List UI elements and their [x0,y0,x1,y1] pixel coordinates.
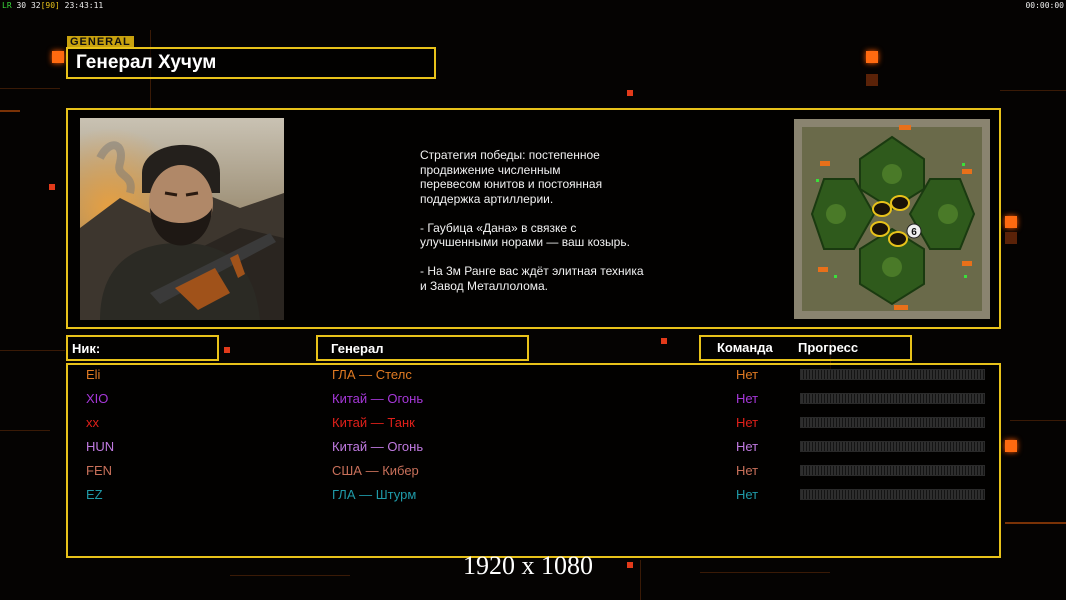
bg-orange-square [52,51,64,63]
player-nick: XIO [86,391,109,406]
bg-line [0,88,60,89]
map-marker-label: 6 [911,227,917,238]
hud-timer: 00:00:00 [1025,1,1064,10]
strategy-description: Стратегия победы: постепенное продвижени… [420,148,644,293]
player-team: Нет [736,415,759,430]
player-progress-bar [800,369,985,380]
bg-red-dot [661,338,667,344]
bg-square [866,74,878,86]
column-header-team: Команда [717,340,773,355]
bg-red-dot [627,562,633,568]
player-team: Нет [736,439,759,454]
bg-red-dot [224,347,230,353]
player-progress-bar [800,441,985,452]
player-general: ГЛА — Стелс [332,367,412,382]
player-general: Китай — Огонь [332,391,424,406]
player-general: ГЛА — Штурм [332,487,417,502]
general-portrait [80,118,284,320]
bg-line [0,110,20,112]
column-header-nick: Ник: [72,341,101,356]
player-progress-bar [800,393,985,404]
bg-orange-square [866,51,878,63]
player-row: HUN Китай — Огонь Нет [0,436,1066,460]
bg-line [1005,522,1066,524]
bg-orange-square [1005,216,1017,228]
player-team: Нет [736,367,759,382]
hud-prefix: LR [2,1,12,10]
bg-red-dot [49,184,55,190]
player-progress-bar [800,489,985,500]
bg-line [0,350,65,351]
hud-value-c: [90] [40,1,60,10]
player-row: XIO Китай — Огонь Нет [0,388,1066,412]
bg-line [640,560,641,600]
player-team: Нет [736,487,759,502]
player-row: Eli ГЛА — Стелс Нет [0,364,1066,388]
player-nick: xx [86,415,99,430]
player-general: Китай — Огонь [332,439,424,454]
bg-line [700,572,830,573]
bg-red-dot [627,90,633,96]
player-row: EZ ГЛА — Штурм Нет [0,484,1066,508]
bg-line [1000,90,1066,91]
column-header-general: Генерал [331,341,384,356]
player-team: Нет [736,463,759,478]
player-row: xx Китай — Танк Нет [0,412,1066,436]
column-header-progress: Прогресс [798,340,859,355]
bg-square [1005,232,1017,244]
player-general: Китай — Танк [332,415,415,430]
player-progress-bar [800,465,985,476]
player-progress-bar [800,417,985,428]
general-name: Генерал Хучум [76,52,217,73]
hud-stats: LR 30 32[90] 23:43:11 [2,1,103,10]
player-nick: HUN [86,439,115,454]
player-nick: EZ [86,487,103,502]
hud-clock: 23:43:11 [64,1,104,10]
hud-value-b: 32 [30,1,41,10]
player-nick: FEN [86,463,112,478]
player-general: США — Кибер [332,463,419,478]
player-team: Нет [736,391,759,406]
hud-value-a: 30 [16,1,27,10]
map-preview: 6 [794,119,990,319]
resolution-label: 1920 x 1080 [463,551,593,580]
bg-line [230,575,350,576]
player-nick: Eli [86,367,101,382]
player-row: FEN США — Кибер Нет [0,460,1066,484]
